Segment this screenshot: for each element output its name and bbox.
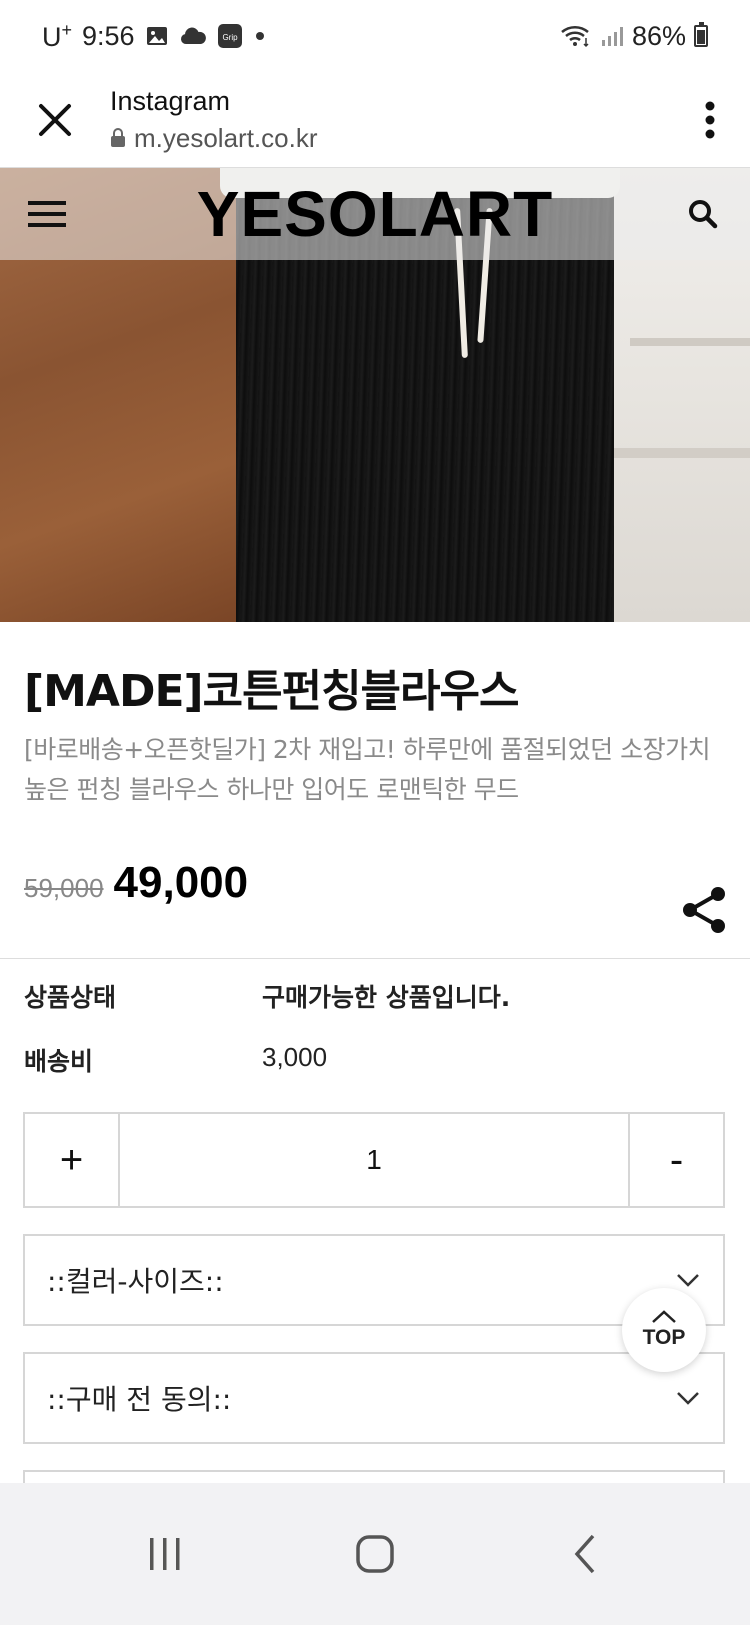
carrier: U+ — [42, 20, 72, 53]
image-step — [610, 448, 750, 458]
cloud-icon — [179, 25, 207, 47]
more-vertical-icon — [705, 101, 715, 138]
carrier-text: U — [42, 21, 62, 52]
search-icon — [689, 200, 718, 229]
home-icon — [356, 1535, 394, 1573]
dot-icon — [253, 29, 267, 43]
back-icon — [574, 1534, 595, 1574]
battery-icon — [694, 22, 708, 47]
chevron-down-icon — [677, 1392, 699, 1405]
back-button[interactable] — [525, 1514, 645, 1594]
quantity-stepper: + - — [23, 1112, 725, 1208]
info-row-status: 상품상태 구매가능한 상품입니다. — [24, 978, 510, 1014]
product-title: [MADE]코튼펀칭블라우스 — [24, 666, 519, 717]
status-bar: U+ 9:56 Grip 86% — [0, 0, 750, 72]
scroll-top-button[interactable]: TOP — [622, 1288, 706, 1372]
home-button[interactable] — [315, 1514, 435, 1594]
close-icon — [39, 103, 71, 136]
color-size-select-label: ::컬러-사이즈:: — [47, 1265, 224, 1298]
recent-apps-icon — [150, 1538, 180, 1570]
gallery-icon — [145, 24, 169, 48]
status-label: 상품상태 — [24, 983, 117, 1012]
system-navigation-bar — [0, 1483, 750, 1625]
product-description: [바로배송+오픈핫딜가] 2차 재입고! 하루만에 품절되었던 소장가치 높은 … — [24, 735, 711, 804]
hamburger-icon — [28, 201, 66, 227]
quantity-decrease-button[interactable]: - — [628, 1114, 723, 1206]
original-price: 59,000 — [24, 873, 104, 903]
browser-titles: Instagram m.yesolart.co.kr — [110, 86, 670, 154]
site-logo[interactable]: YESOLART — [94, 177, 656, 251]
shipping-label: 배송비 — [24, 1047, 94, 1076]
share-button[interactable] — [680, 885, 728, 935]
quantity-increase-button[interactable]: + — [25, 1114, 120, 1206]
browser-toolbar: Instagram m.yesolart.co.kr — [0, 72, 750, 168]
divider — [0, 958, 750, 959]
battery-percent: 86% — [631, 20, 686, 51]
shipping-value: 3,000 — [262, 1042, 328, 1072]
status-right: 86% — [560, 21, 708, 52]
url-text: m.yesolart.co.kr — [134, 122, 318, 153]
lock-icon — [111, 128, 125, 147]
search-button[interactable] — [656, 168, 750, 260]
browser-title: Instagram — [110, 85, 231, 116]
menu-button[interactable] — [0, 168, 94, 260]
color-size-select[interactable]: ::컬러-사이즈:: — [23, 1234, 725, 1326]
close-button[interactable] — [0, 72, 110, 168]
more-options-button[interactable] — [670, 72, 750, 168]
grip-icon: Grip — [217, 23, 243, 49]
status-left: U+ 9:56 Grip — [42, 20, 267, 53]
wifi-icon — [560, 24, 592, 48]
info-row-shipping: 배송비 3,000 — [24, 1042, 327, 1078]
recent-apps-button[interactable] — [105, 1514, 225, 1594]
agreement-select[interactable]: ::구매 전 동의:: — [23, 1352, 725, 1444]
image-step — [630, 338, 750, 346]
share-icon — [683, 887, 725, 933]
sale-price: 49,000 — [113, 858, 249, 907]
chevron-up-icon — [652, 1310, 676, 1323]
quantity-input[interactable] — [120, 1114, 628, 1206]
signal-icon — [600, 24, 624, 48]
price-row: 59,000 49,000 — [24, 858, 248, 908]
chevron-down-icon — [677, 1274, 699, 1287]
browser-url[interactable]: m.yesolart.co.kr — [110, 123, 670, 154]
status-value: 구매가능한 상품입니다. — [262, 983, 511, 1012]
grip-label: Grip — [222, 33, 238, 42]
status-time: 9:56 — [82, 20, 135, 51]
agreement-select-label: ::구매 전 동의:: — [47, 1383, 232, 1416]
product-image[interactable]: YESOLART — [0, 168, 750, 622]
site-header: YESOLART — [0, 168, 750, 260]
carrier-sup: + — [61, 19, 73, 40]
top-label: TOP — [642, 1326, 686, 1349]
